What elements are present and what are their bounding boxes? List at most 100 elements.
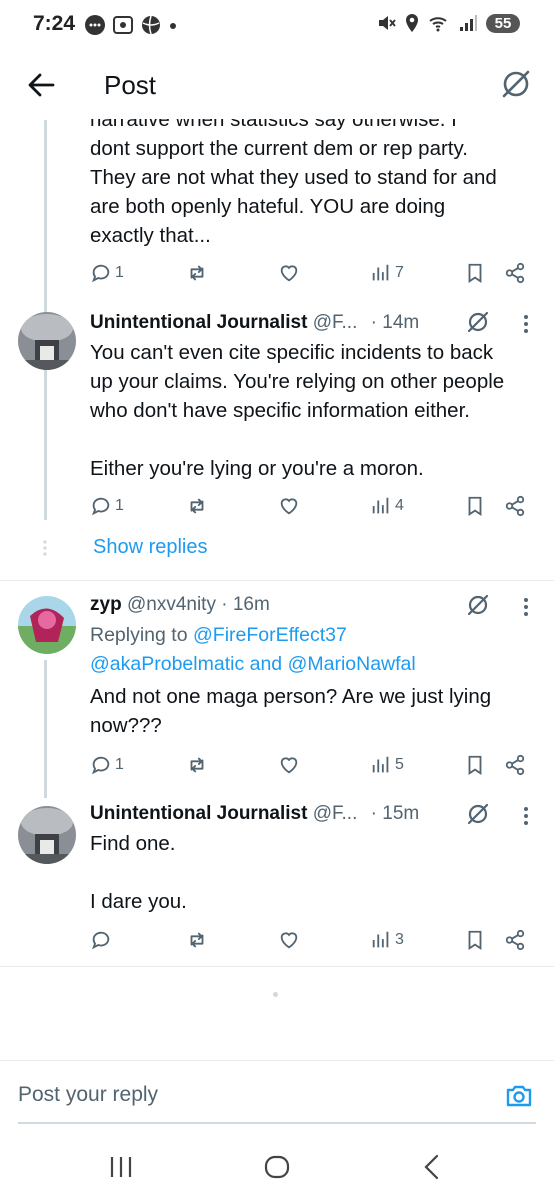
- more-options-icon[interactable]: [523, 597, 529, 617]
- camera-icon[interactable]: [504, 1081, 534, 1111]
- grok-icon[interactable]: [466, 802, 490, 826]
- mention-link[interactable]: @FireForEffect37: [193, 624, 347, 646]
- repost-button[interactable]: [186, 752, 208, 778]
- views-icon: [372, 497, 389, 514]
- tweet-actions: 1 4: [90, 493, 530, 519]
- author-name[interactable]: Unintentional Journalist: [90, 312, 307, 333]
- signal-icon: [460, 15, 477, 31]
- bookmark-icon: [468, 930, 482, 950]
- back-arrow-icon[interactable]: [26, 70, 56, 100]
- ball-notification-icon: [142, 15, 160, 35]
- reply-button[interactable]: [90, 927, 115, 953]
- reply-count: 1: [115, 756, 124, 773]
- tweet-text: You can't even cite specific incidents t…: [90, 341, 505, 480]
- heart-icon: [280, 932, 298, 949]
- bookmark-button[interactable]: [464, 260, 486, 286]
- views-icon: [372, 931, 389, 948]
- repost-icon: [190, 498, 204, 514]
- home-icon[interactable]: [262, 1152, 292, 1182]
- tweet-time: · 14m: [370, 312, 420, 333]
- views-button[interactable]: 7: [370, 260, 404, 286]
- grok-icon[interactable]: [466, 310, 490, 334]
- recent-apps-icon[interactable]: [106, 1152, 136, 1182]
- share-icon: [505, 262, 525, 284]
- author-handle[interactable]: @F...: [313, 803, 358, 824]
- author-handle[interactable]: @F...: [313, 312, 358, 333]
- share-button[interactable]: [504, 752, 526, 778]
- tweet-actions: 3: [90, 927, 530, 953]
- system-nav-bar: [0, 1130, 554, 1200]
- system-icons: 55: [376, 13, 520, 33]
- avatar[interactable]: [18, 806, 76, 864]
- view-count: 7: [395, 264, 404, 281]
- share-icon: [505, 495, 525, 517]
- tweet-time: · 16m: [221, 594, 270, 615]
- reply-button[interactable]: 1: [90, 752, 124, 778]
- notification-icons: [84, 14, 178, 36]
- more-options-icon[interactable]: [523, 806, 529, 826]
- avatar[interactable]: [18, 312, 76, 370]
- views-button[interactable]: 4: [370, 493, 404, 519]
- show-replies-dots-icon: [43, 540, 47, 556]
- like-button[interactable]: [278, 752, 300, 778]
- back-icon[interactable]: [418, 1152, 448, 1182]
- reply-count: 1: [115, 497, 124, 514]
- loading-indicator: [273, 992, 278, 997]
- tweet-text: And not one maga person? Are we just lyi…: [90, 685, 492, 737]
- author-handle[interactable]: @nxv4nity: [127, 594, 216, 615]
- heart-icon: [280, 265, 298, 282]
- tweet-time: · 15m: [370, 803, 420, 824]
- views-icon: [372, 756, 389, 773]
- like-button[interactable]: [278, 927, 300, 953]
- repost-icon: [190, 265, 204, 281]
- status-bar: 7:24 55: [0, 0, 554, 52]
- mention-joiner: and: [244, 653, 288, 675]
- grok-icon[interactable]: [500, 68, 532, 100]
- tweet-text: Find one. I dare you.: [90, 832, 187, 913]
- more-options-icon[interactable]: [523, 314, 529, 334]
- bookmark-icon: [468, 263, 482, 283]
- tweet-header: Unintentional Journalist @F... · 15m: [90, 803, 419, 825]
- show-replies-link[interactable]: Show replies: [93, 536, 208, 559]
- repost-button[interactable]: [186, 493, 208, 519]
- author-name[interactable]: zyp: [90, 594, 122, 615]
- bookmark-button[interactable]: [464, 927, 486, 953]
- mention-link[interactable]: @akaProbelmatic: [90, 653, 244, 675]
- share-button[interactable]: [504, 927, 526, 953]
- repost-button[interactable]: [186, 927, 208, 953]
- like-button[interactable]: [278, 260, 300, 286]
- tweet-text: narrative when statistics say otherwise.…: [90, 108, 497, 247]
- view-count: 4: [395, 497, 404, 514]
- bookmark-button[interactable]: [464, 752, 486, 778]
- share-button[interactable]: [504, 260, 526, 286]
- views-button[interactable]: 5: [370, 752, 404, 778]
- reply-input-underline: [18, 1122, 536, 1124]
- mention-link[interactable]: @MarioNawfal: [288, 653, 416, 675]
- location-icon: [406, 14, 418, 32]
- wifi-icon: [429, 17, 447, 32]
- dot-notification-icon: [170, 23, 176, 29]
- like-button[interactable]: [278, 493, 300, 519]
- bookmark-icon: [468, 496, 482, 516]
- repost-icon: [190, 757, 204, 773]
- tweet-header: zyp @nxv4nity · 16m: [90, 594, 270, 616]
- bookmark-button[interactable]: [464, 493, 486, 519]
- replying-to-label: Replying to: [90, 624, 193, 646]
- heart-icon: [280, 498, 298, 515]
- author-name[interactable]: Unintentional Journalist: [90, 803, 307, 824]
- avatar[interactable]: [18, 596, 76, 654]
- thread-line: [44, 660, 47, 798]
- reply-button[interactable]: 1: [90, 260, 124, 286]
- bookmark-icon: [468, 755, 482, 775]
- battery-icon: 55: [486, 13, 520, 33]
- page-title: Post: [104, 70, 157, 100]
- reply-button[interactable]: 1: [90, 493, 124, 519]
- views-button[interactable]: 3: [370, 927, 404, 953]
- status-time: 7:24: [33, 12, 76, 35]
- reply-input[interactable]: [18, 1083, 478, 1107]
- share-button[interactable]: [504, 493, 526, 519]
- repost-button[interactable]: [186, 260, 208, 286]
- share-icon: [505, 929, 525, 951]
- grok-icon[interactable]: [466, 593, 490, 617]
- screenshot-notification-icon: [113, 16, 133, 34]
